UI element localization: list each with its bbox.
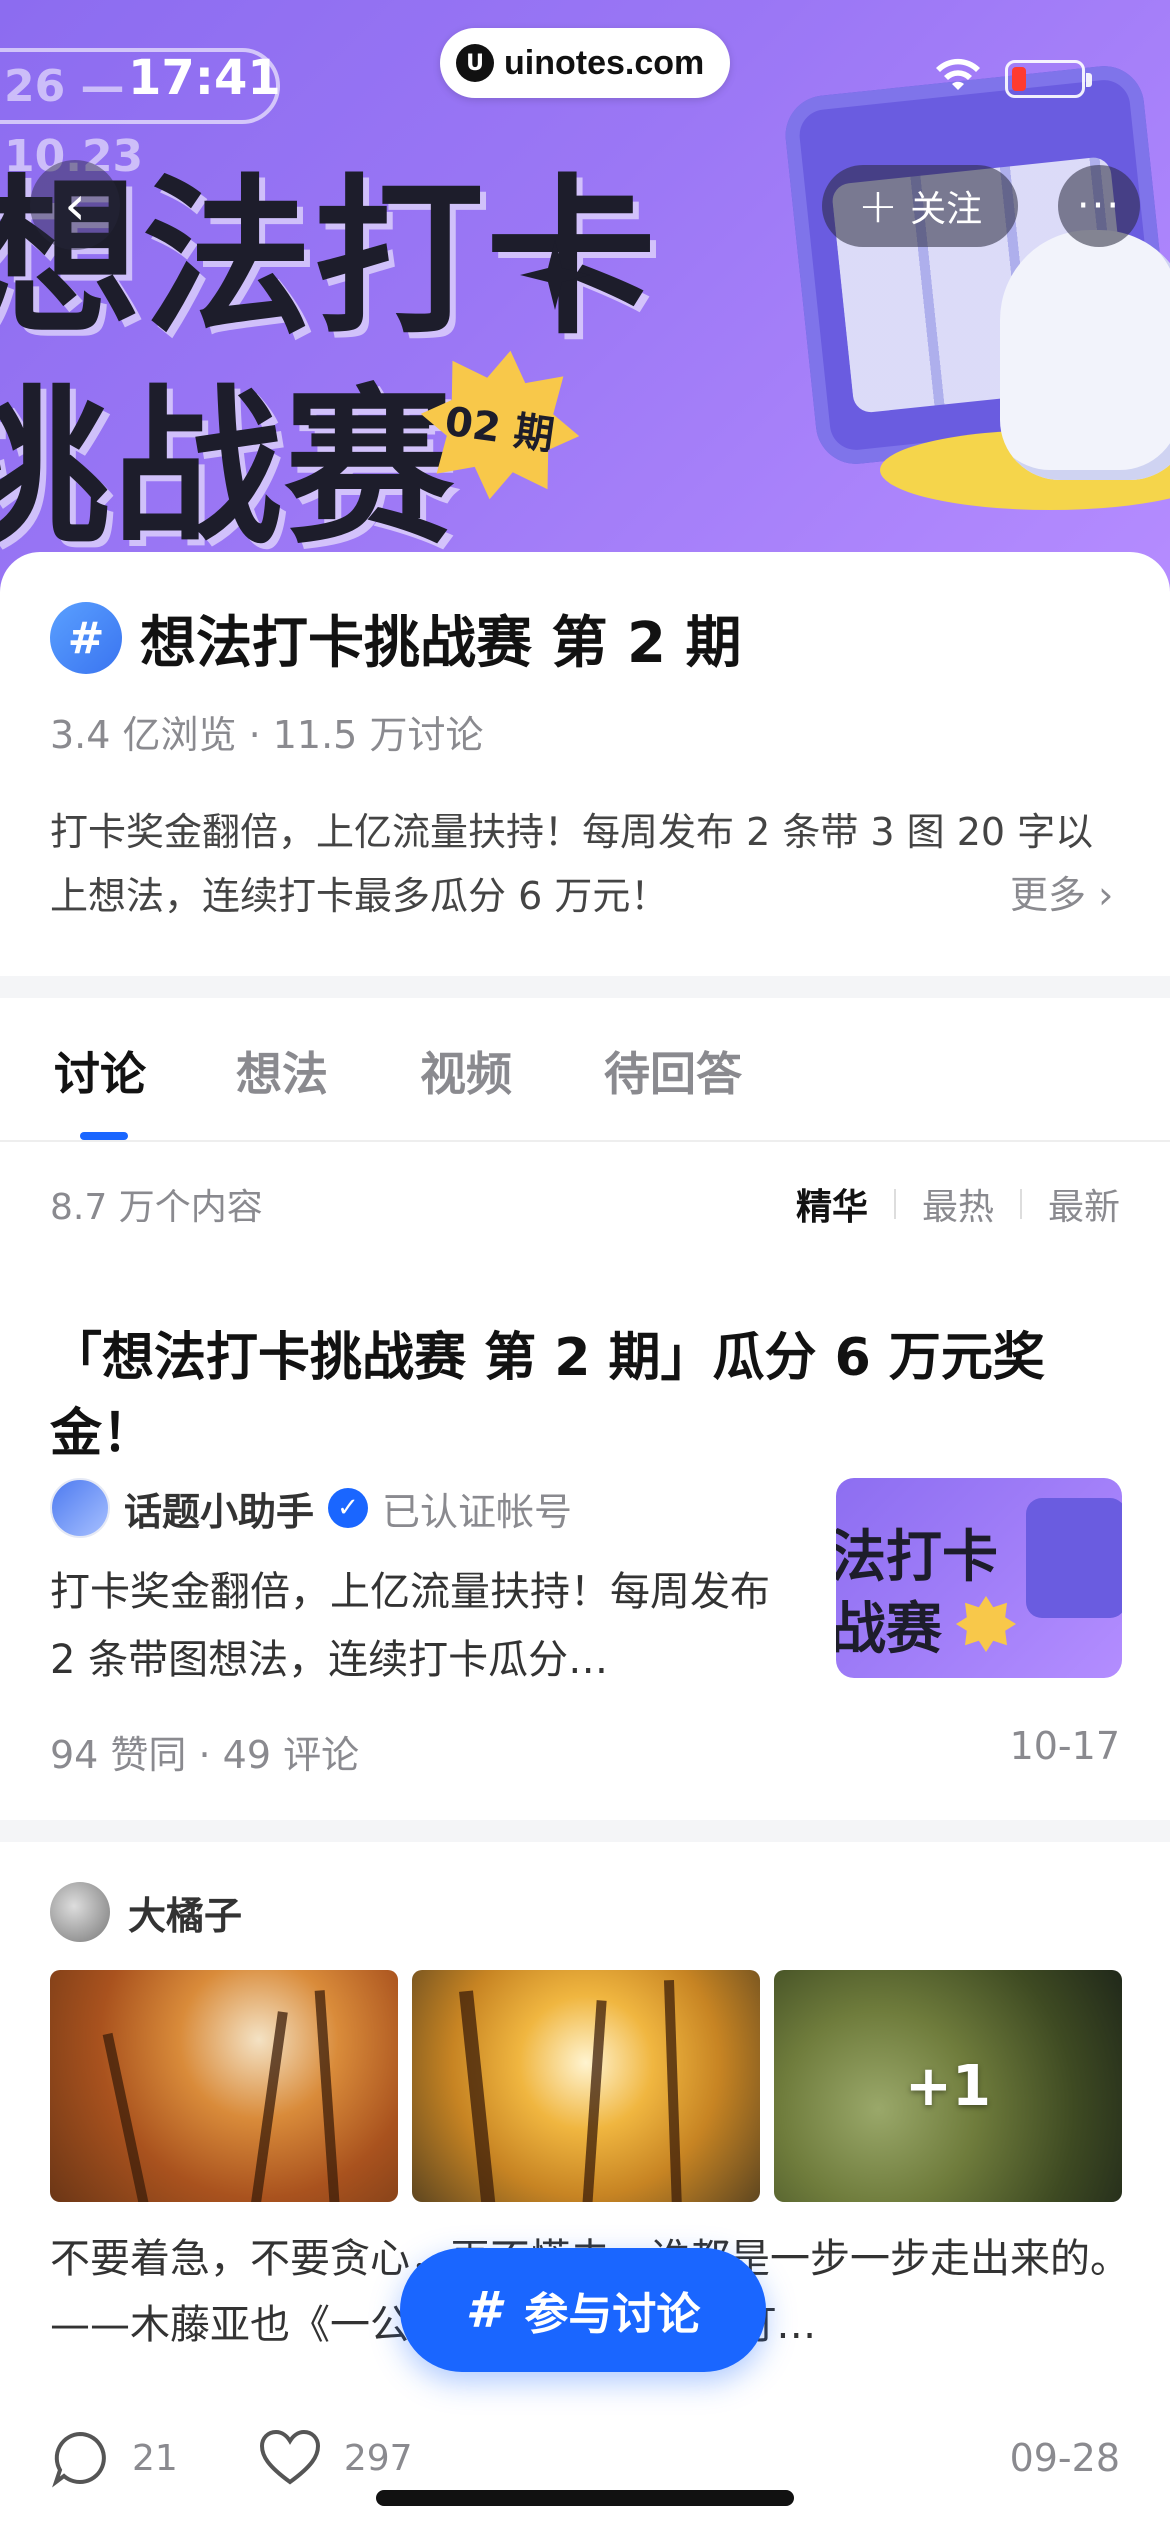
like-action[interactable]: 297 <box>258 2428 413 2488</box>
tree-trunk <box>102 2032 150 2202</box>
author-name[interactable]: 大橘子 <box>128 1885 242 1940</box>
topic-stats: 3.4 亿浏览 · 11.5 万讨论 <box>50 713 484 757</box>
more-options-button[interactable]: ··· <box>1058 165 1140 247</box>
post-title[interactable]: 「想法打卡挑战赛 第 2 期」瓜分 6 万元奖金！ <box>50 1320 1110 1472</box>
status-bar: 17:41 U uinotes.com <box>0 0 1170 130</box>
tab-pending-answers[interactable]: 待回答 <box>604 1038 742 1104</box>
plus-icon: + <box>857 178 899 234</box>
url-pill[interactable]: U uinotes.com <box>440 28 730 98</box>
content-header: 8.7 万个内容 精华 最热 最新 <box>0 1142 1170 1254</box>
back-button[interactable]: ‹ <box>30 160 120 250</box>
join-discussion-label: 参与讨论 <box>524 2289 701 2340</box>
tab-discussion[interactable]: 讨论 <box>54 1038 146 1104</box>
follow-label: 关注 <box>910 189 983 230</box>
post-actions: 21 297 09-28 <box>50 2428 1120 2488</box>
post-date: 09-28 <box>1009 2436 1120 2480</box>
verified-check-icon: ✓ <box>328 1488 369 1528</box>
calendar-illustration <box>1026 1498 1122 1618</box>
tab-bar: 讨论 想法 视频 待回答 <box>0 998 1170 1142</box>
post-card[interactable]: 大橘子 +1 不要着急，不要贪心，再不慌去，谁都是一步一步走出来的。 ——木藤亚… <box>0 1842 1170 2532</box>
post-image[interactable] <box>50 1970 398 2202</box>
ellipsis-icon: ··· <box>1076 183 1122 229</box>
post-date: 10-17 <box>1009 1724 1120 1768</box>
post-author-row[interactable]: 话题小助手 ✓ 已认证帐号 <box>50 1478 572 1538</box>
post-author-row[interactable]: 大橘子 <box>50 1882 242 1942</box>
like-count: 297 <box>343 2437 413 2479</box>
sort-divider <box>893 1189 896 1219</box>
topic-title: 想法打卡挑战赛 第 2 期 <box>140 611 742 676</box>
tree-trunk <box>663 1979 682 2202</box>
mascot-illustration <box>1000 230 1170 480</box>
post-image[interactable]: +1 <box>774 1970 1122 2202</box>
sort-newest[interactable]: 最新 <box>1048 1178 1120 1230</box>
thumbnail-badge <box>956 1596 1016 1652</box>
sort-options: 精华 最热 最新 <box>796 1178 1120 1230</box>
tree-trunk <box>459 1990 496 2202</box>
post-meta: 94 赞同 · 49 评论 <box>50 1733 360 1777</box>
author-name[interactable]: 话题小助手 <box>124 1481 314 1536</box>
post-thumbnail[interactable]: 法打卡 战赛 <box>836 1478 1122 1678</box>
topic-card: # 想法打卡挑战赛 第 2 期 3.4 亿浏览 · 11.5 万讨论 打卡奖金翻… <box>0 552 1170 976</box>
comment-action[interactable]: 21 <box>50 2428 178 2488</box>
home-indicator[interactable] <box>376 2490 794 2506</box>
verified-label: 已认证帐号 <box>382 1489 573 1534</box>
thumbnail-text-line2: 战赛 <box>836 1597 942 1662</box>
more-images-count: +1 <box>905 2053 991 2119</box>
follow-button[interactable]: + 关注 <box>822 165 1018 247</box>
tree-trunk <box>250 2011 288 2202</box>
status-time: 17:41 <box>128 50 281 106</box>
sort-hottest[interactable]: 最热 <box>922 1178 994 1230</box>
tree-trunk <box>314 1990 340 2202</box>
hashtag-icon: # <box>50 602 122 674</box>
chevron-left-icon: ‹ <box>64 173 86 237</box>
tab-active-indicator <box>80 1132 128 1140</box>
post-image-grid: +1 <box>50 1970 1122 2202</box>
url-text: uinotes.com <box>504 43 705 82</box>
comment-count: 21 <box>132 2437 178 2479</box>
post-excerpt[interactable]: 打卡奖金翻倍，上亿流量扶持！每周发布 2 条带图想法，连续打卡瓜分… <box>50 1558 790 1694</box>
topic-description: 打卡奖金翻倍，上亿流量扶持！每周发布 2 条带 3 图 20 字以上想法，连续打… <box>50 810 1094 918</box>
content-count: 8.7 万个内容 <box>50 1187 263 1228</box>
post-card[interactable]: 「想法打卡挑战赛 第 2 期」瓜分 6 万元奖金！ 话题小助手 ✓ 已认证帐号 … <box>0 1254 1170 1820</box>
tab-ideas[interactable]: 想法 <box>236 1038 328 1104</box>
banner-title-line2: 挑战赛 <box>0 370 457 568</box>
thumbnail-text-line1: 法打卡 <box>836 1525 998 1590</box>
heart-icon <box>259 2429 320 2485</box>
sort-featured[interactable]: 精华 <box>796 1178 868 1230</box>
topic-more-link[interactable]: 更多 › <box>996 864 1114 919</box>
hashtag-icon: # <box>465 2281 501 2339</box>
tree-trunk <box>582 2000 607 2202</box>
wifi-icon <box>936 58 980 90</box>
battery-icon <box>1005 60 1092 98</box>
comment-icon <box>52 2431 106 2488</box>
sort-divider <box>1019 1189 1022 1219</box>
avatar[interactable] <box>50 1882 110 1942</box>
post-image[interactable] <box>412 1970 760 2202</box>
avatar[interactable] <box>50 1478 110 1538</box>
tab-videos[interactable]: 视频 <box>420 1038 512 1104</box>
uinotes-logo-icon: U <box>456 44 494 82</box>
join-discussion-button[interactable]: # 参与讨论 <box>400 2248 766 2372</box>
